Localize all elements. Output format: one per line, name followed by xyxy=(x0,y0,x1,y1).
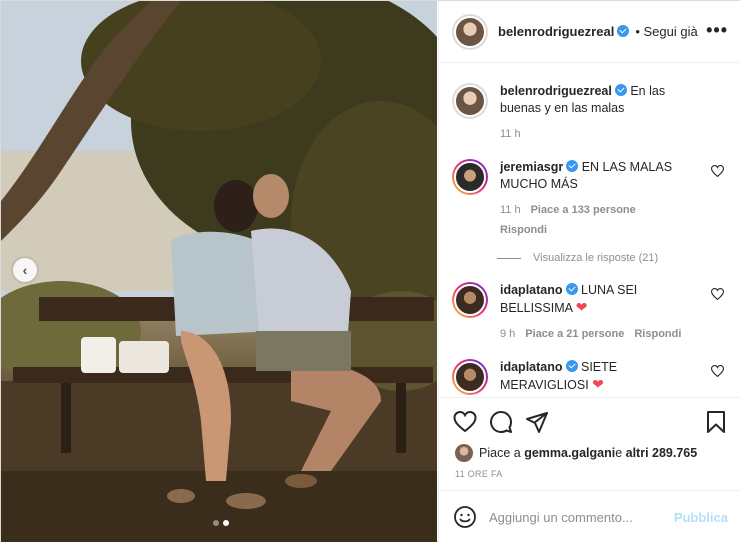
verified-badge-icon xyxy=(565,283,578,295)
avatar xyxy=(454,15,486,48)
liker-avatar[interactable] xyxy=(455,444,473,462)
likes-summary: Piace a gemma.galgani e altri 289.765 xyxy=(455,444,697,462)
verified-badge-icon xyxy=(617,25,630,37)
comment-like-heart-icon[interactable] xyxy=(711,288,724,300)
follow-status[interactable]: • Segui già xyxy=(635,24,697,39)
caption-time[interactable]: 11 h xyxy=(500,126,521,143)
avatar xyxy=(454,85,486,117)
post-time[interactable]: 11 ORE FA xyxy=(455,469,503,479)
likes-middle: e xyxy=(615,446,623,460)
comment-body: jeremiasgr EN LAS MALAS MUCHO MÁS 11 h P… xyxy=(500,159,705,239)
comment-username[interactable]: idaplatano xyxy=(500,283,563,297)
comment-meta: 11 h Piace a 133 persone xyxy=(500,202,705,219)
emoji-smiley-icon[interactable] xyxy=(453,505,477,529)
carousel-dot-active[interactable] xyxy=(223,520,229,526)
comment-likes[interactable]: Piace a 21 persone xyxy=(525,326,624,343)
chevron-left-icon: ‹ xyxy=(22,262,28,278)
avatar xyxy=(454,361,486,393)
author-username-text[interactable]: belenrodriguezreal xyxy=(498,24,614,39)
post-actions: Piace a gemma.galgani e altri 289.765 11… xyxy=(439,397,740,487)
comment-avatar-ring[interactable] xyxy=(452,359,488,395)
verified-badge-icon xyxy=(614,84,627,96)
more-options-icon[interactable]: ••• xyxy=(706,21,728,39)
liker-username[interactable]: gemma.galgani xyxy=(524,446,615,460)
comment-body: idaplatano LUNA SEI BELLISSIMA ❤ 9 h Pia… xyxy=(500,282,705,343)
comment-likes[interactable]: Piace a 133 persone xyxy=(531,202,636,219)
view-replies-label[interactable]: Visualizza le risposte (21) xyxy=(533,252,658,264)
comment-input[interactable] xyxy=(489,509,669,525)
comment-item: jeremiasgr EN LAS MALAS MUCHO MÁS 11 h P… xyxy=(452,159,732,239)
comment-time[interactable]: 9 h xyxy=(500,326,515,343)
comments-list[interactable]: belenrodriguezreal En las buenas y en la… xyxy=(439,64,740,396)
likes-prefix: Piace a xyxy=(479,446,521,460)
comment-username[interactable]: idaplatano xyxy=(500,360,563,374)
comment-body: idaplatano SIETE MERAVIGLIOSI ❤ xyxy=(500,359,705,395)
caption-body: belenrodriguezreal En las buenas y en la… xyxy=(500,83,705,143)
carousel-dots xyxy=(213,520,229,526)
verified-badge-icon xyxy=(566,160,579,172)
red-heart-emoji-icon: ❤ xyxy=(592,376,604,392)
carousel-prev-button[interactable]: ‹ xyxy=(13,258,37,282)
add-comment-bar: Pubblica xyxy=(439,490,740,542)
comment-time[interactable]: 11 h xyxy=(500,202,521,219)
comment-like-heart-icon[interactable] xyxy=(711,165,724,177)
comment-avatar-ring[interactable] xyxy=(452,159,488,195)
reply-button[interactable]: Rispondi xyxy=(634,326,681,343)
post-header: belenrodriguezreal • Segui già ••• xyxy=(439,1,740,63)
comment-bubble-icon[interactable] xyxy=(489,410,513,434)
publish-button[interactable]: Pubblica xyxy=(674,510,728,525)
caption-meta: 11 h xyxy=(500,126,705,143)
likes-others[interactable]: altri 289.765 xyxy=(626,446,698,460)
comment-item: idaplatano SIETE MERAVIGLIOSI ❤ xyxy=(452,359,732,395)
comment-item: idaplatano LUNA SEI BELLISSIMA ❤ 9 h Pia… xyxy=(452,282,732,343)
carousel-dot[interactable] xyxy=(213,520,219,526)
caption: belenrodriguezreal En las buenas y en la… xyxy=(452,83,732,143)
caption-username[interactable]: belenrodriguezreal xyxy=(500,84,612,98)
red-heart-emoji-icon: ❤ xyxy=(575,299,588,315)
share-paper-plane-icon[interactable] xyxy=(525,410,549,434)
author-username[interactable]: belenrodriguezreal xyxy=(498,24,630,39)
photo-illustration xyxy=(1,1,437,542)
instagram-post: ‹ belenrodriguezreal • Segui già ••• bel… xyxy=(0,0,740,542)
comment-like-heart-icon[interactable] xyxy=(711,365,724,377)
verified-badge-icon xyxy=(565,360,578,372)
view-replies-button[interactable]: Visualizza le risposte (21) xyxy=(497,252,658,264)
view-replies-line xyxy=(497,257,521,259)
comment-meta: 9 h Piace a 21 persone Rispondi xyxy=(500,326,705,343)
post-side-panel: belenrodriguezreal • Segui già ••• belen… xyxy=(438,1,740,542)
post-photo[interactable]: ‹ xyxy=(1,1,437,542)
comment-username[interactable]: jeremiasgr xyxy=(500,160,563,174)
avatar xyxy=(454,161,486,193)
like-heart-icon[interactable] xyxy=(453,410,477,434)
author-avatar-ring[interactable] xyxy=(452,13,488,50)
comment-avatar-ring[interactable] xyxy=(452,282,488,318)
avatar xyxy=(454,284,486,316)
reply-button[interactable]: Rispondi xyxy=(500,222,705,239)
caption-avatar-ring[interactable] xyxy=(452,83,488,119)
bookmark-icon[interactable] xyxy=(704,410,728,434)
